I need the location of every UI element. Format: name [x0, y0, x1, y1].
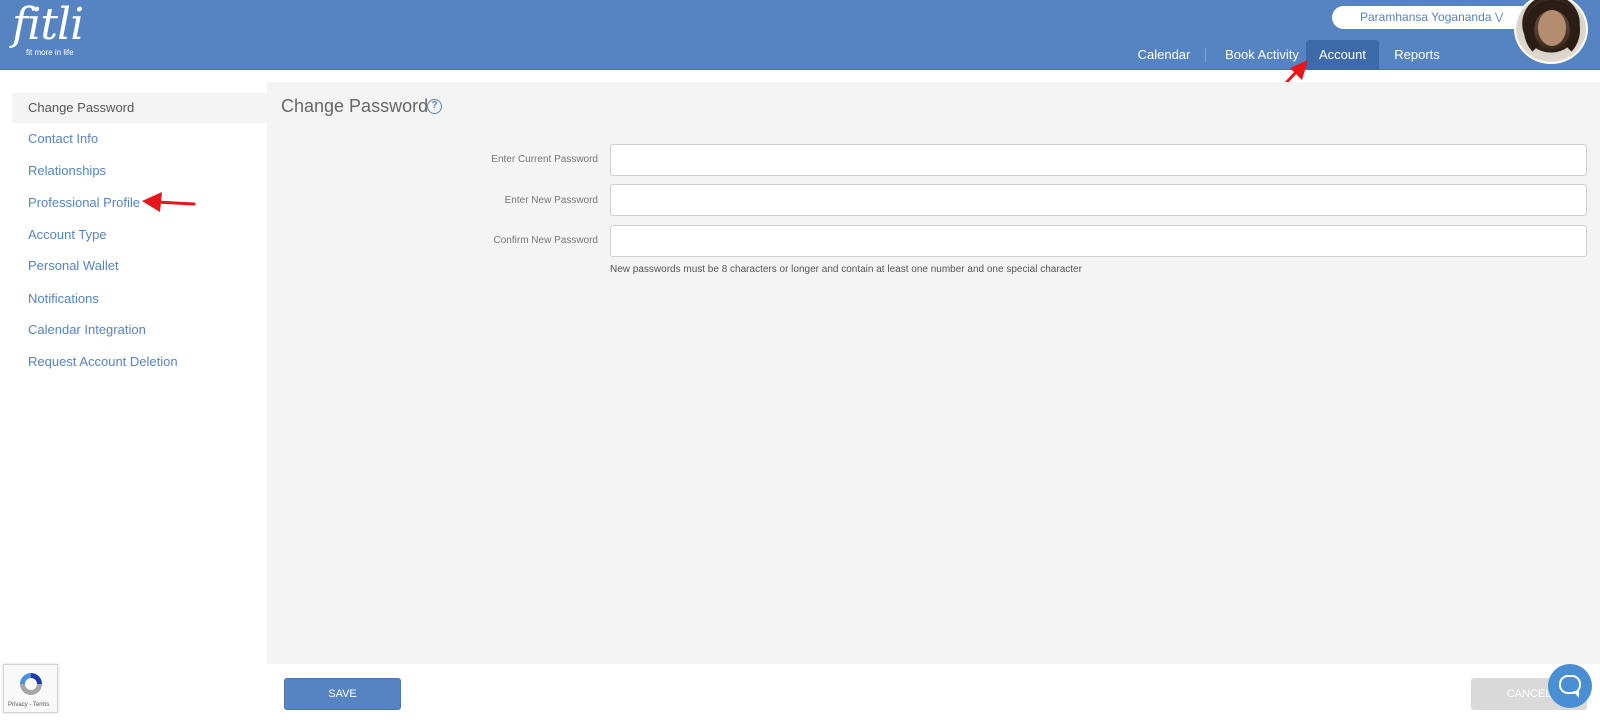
current-password-field[interactable]	[610, 144, 1587, 176]
sidebar-item-notifications[interactable]: Notifications	[12, 284, 267, 314]
current-password-label: Enter Current Password	[491, 154, 598, 165]
form-footer	[267, 664, 1600, 720]
new-password-field[interactable]	[610, 184, 1587, 216]
sidebar-item-request-account-deletion[interactable]: Request Account Deletion	[12, 347, 267, 377]
sidebar-item-calendar-integration[interactable]: Calendar Integration	[12, 315, 267, 345]
user-name: Paramhansa Yogananda	[1360, 10, 1492, 24]
save-button[interactable]: SAVE	[284, 678, 401, 710]
fitli-logo[interactable]: fitli fit more in life	[12, 0, 84, 58]
nav-account[interactable]: Account	[1306, 40, 1379, 70]
chat-bubble-tail	[1573, 691, 1579, 698]
chevron-down-icon: ⋁	[1495, 12, 1504, 23]
logo-word: fitli	[12, 0, 84, 50]
recaptcha-icon	[20, 673, 42, 695]
sidebar-item-change-password[interactable]: Change Password	[12, 93, 267, 123]
user-menu[interactable]: Paramhansa Yogananda ⋁	[1332, 6, 1532, 29]
recaptcha-privacy-terms[interactable]: Privacy - Terms	[8, 702, 49, 708]
annotation-arrow-professional-profile	[142, 192, 196, 212]
logo-tagline: fit more in life	[26, 48, 74, 57]
sidebar-item-relationships[interactable]: Relationships	[12, 156, 267, 186]
password-requirements-hint: New passwords must be 8 characters or lo…	[610, 264, 1082, 275]
help-icon[interactable]: ?	[427, 99, 442, 114]
confirm-password-label: Confirm New Password	[493, 235, 598, 246]
chat-launcher-button[interactable]	[1548, 664, 1592, 708]
nav-calendar[interactable]: Calendar	[1127, 40, 1201, 70]
recaptcha-badge[interactable]: Privacy - Terms	[3, 664, 58, 713]
new-password-label: Enter New Password	[504, 195, 598, 206]
nav-reports[interactable]: Reports	[1388, 40, 1446, 70]
sidebar-item-account-type[interactable]: Account Type	[12, 220, 267, 250]
confirm-password-field[interactable]	[610, 225, 1587, 257]
sidebar-item-professional-profile[interactable]: Professional Profile	[12, 188, 140, 218]
avatar[interactable]	[1514, 0, 1588, 64]
page-title: Change Password	[281, 96, 429, 116]
sidebar-item-personal-wallet[interactable]: Personal Wallet	[12, 251, 267, 281]
nav-divider	[1205, 48, 1206, 62]
sidebar-item-contact-info[interactable]: Contact Info	[12, 124, 267, 154]
avatar-face	[1538, 10, 1566, 46]
